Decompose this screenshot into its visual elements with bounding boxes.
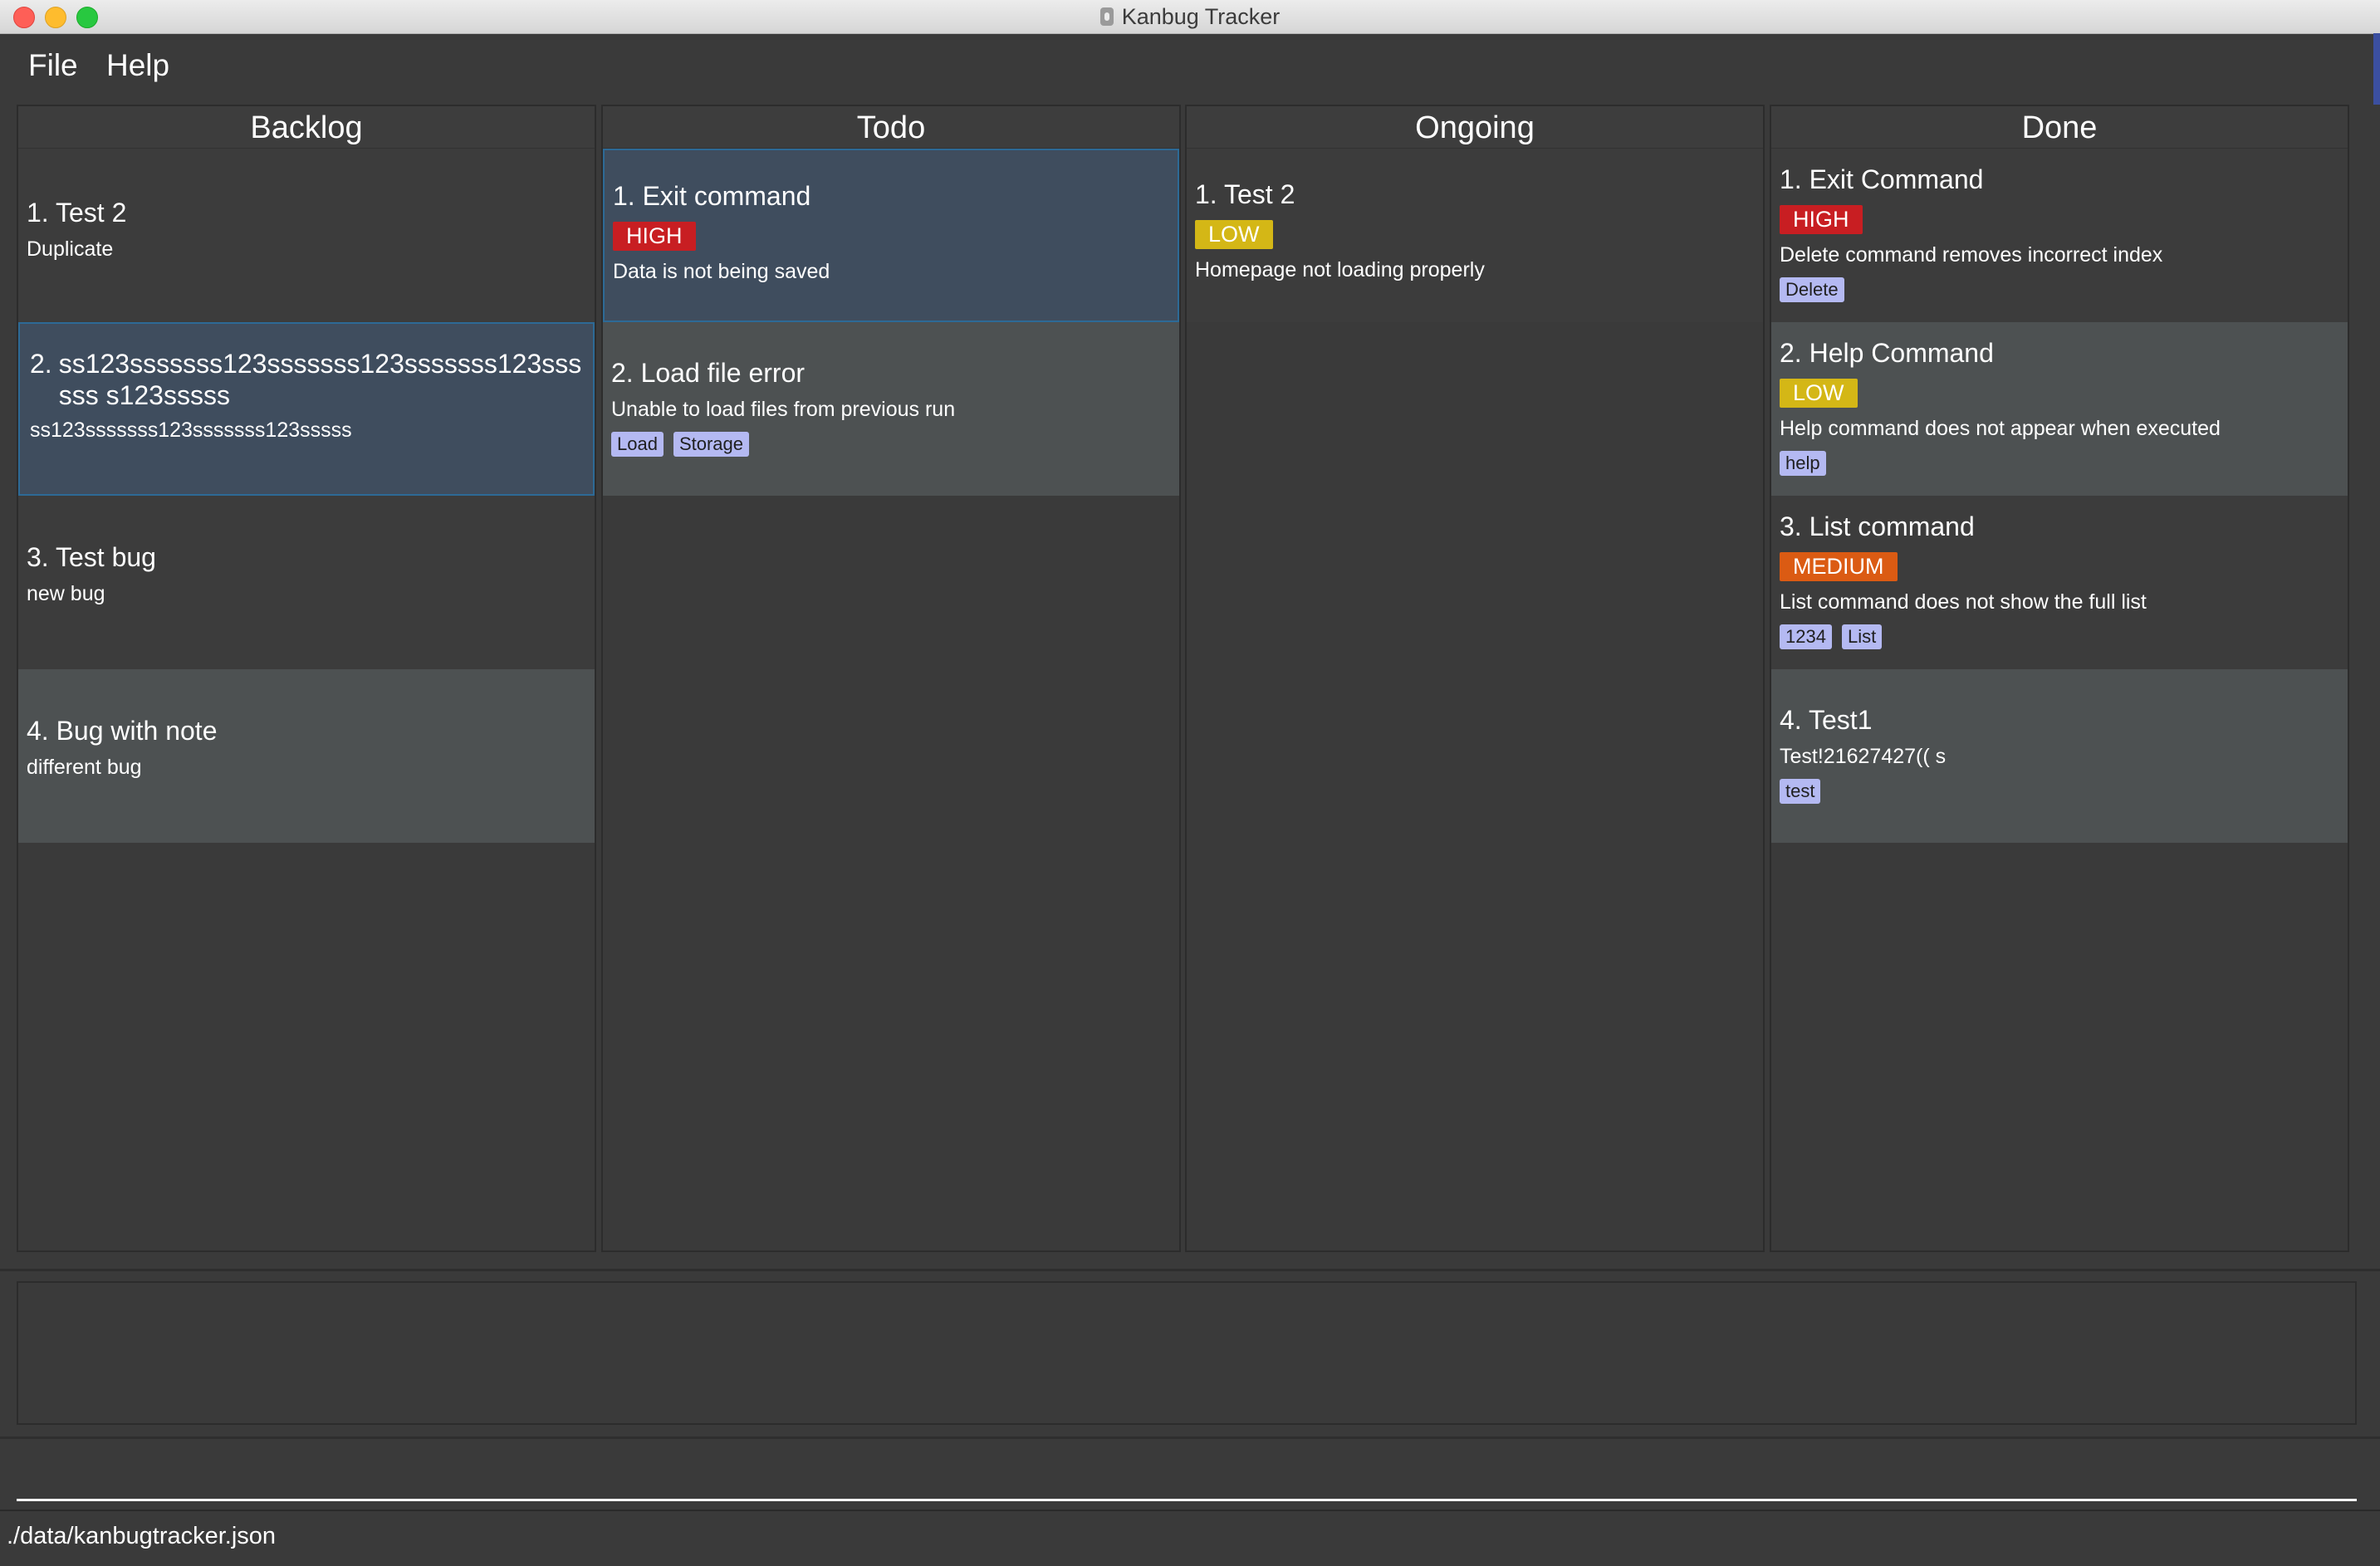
card-title: 1. Test 2 [1195, 179, 1295, 209]
bug-card[interactable]: 1. Test 2 LOW Homepage not loading prope… [1187, 149, 1763, 322]
card-index: 2. [30, 349, 52, 379]
bug-card[interactable]: 1. Exit command HIGH Data is not being s… [603, 149, 1179, 322]
tag-label: help [1780, 451, 1826, 476]
window-title-bar: Kanbug Tracker [0, 0, 2380, 34]
card-description: new bug [27, 582, 105, 605]
card-title: 2. Help Command [1780, 338, 1994, 368]
column-todo[interactable]: Todo 1. Exit command HIGH Data is not be… [601, 105, 1181, 1252]
window-edge [2373, 33, 2380, 105]
tag-label: Delete [1780, 277, 1844, 302]
priority-badge: MEDIUM [1780, 552, 1898, 581]
priority-badge: LOW [1780, 379, 1858, 408]
bug-card[interactable]: 4. Bug with note different bug [18, 669, 595, 843]
card-title: ss123sssssss123sssssss123sssssss123sssss… [58, 349, 582, 410]
window-title: Kanbug Tracker [1121, 3, 1281, 29]
bug-card[interactable]: 2. Help Command LOW Help command does no… [1771, 322, 2348, 496]
status-bar: ./data/kanbugtracker.json [0, 1510, 2380, 1566]
bug-card[interactable]: 4. Test1 Test!21627427(( s test [1771, 669, 2348, 843]
card-title: 2. Load file error [611, 358, 806, 388]
bug-card[interactable]: 3. List command MEDIUM List command does… [1771, 496, 2348, 669]
tag-label: test [1780, 779, 1821, 804]
column-header: Done [1771, 106, 2348, 149]
card-title: 4. Bug with note [27, 716, 218, 746]
menu-bar: File Help [0, 34, 2380, 100]
priority-badge: HIGH [613, 222, 696, 251]
tag-label: List [1841, 624, 1883, 649]
command-input[interactable] [17, 1446, 2357, 1501]
card-title: 1. Exit Command [1780, 164, 1984, 194]
card-title: 4. Test1 [1780, 705, 1873, 735]
card-title: 3. List command [1780, 511, 1975, 541]
bug-card[interactable]: 2. ss123sssssss123sssssss123sssssss123ss… [18, 322, 595, 496]
card-description: List command does not show the full list [1780, 590, 2147, 614]
bug-icon [1099, 7, 1114, 26]
column-header: Ongoing [1187, 106, 1763, 149]
card-title: 1. Exit command [613, 181, 811, 211]
card-description: Unable to load files from previous run [611, 398, 956, 421]
column-header: Backlog [18, 106, 595, 149]
card-description: Homepage not loading properly [1195, 258, 1485, 281]
bug-card[interactable]: 2. Load file error Unable to load files … [603, 322, 1179, 496]
tag-label: 1234 [1780, 624, 1832, 649]
card-description: Duplicate [27, 237, 114, 261]
result-display[interactable] [17, 1281, 2357, 1425]
column-header: Todo [603, 106, 1179, 149]
card-description: ss123sssssss123sssssss123sssss [30, 418, 352, 442]
card-description: different bug [27, 756, 142, 779]
priority-badge: LOW [1195, 220, 1273, 249]
column-done[interactable]: Done 1. Exit Command HIGH Delete command… [1770, 105, 2349, 1252]
menu-help[interactable]: Help [95, 41, 181, 91]
card-description: Help command does not appear when execut… [1780, 417, 2221, 440]
card-description: Data is not being saved [613, 260, 830, 283]
card-title: 1. Test 2 [27, 198, 127, 228]
card-description: Delete command removes incorrect index [1780, 243, 2163, 267]
save-file-path: ./data/kanbugtracker.json [7, 1523, 277, 1549]
column-backlog[interactable]: Backlog 1. Test 2 Duplicate 2. ss123ssss… [17, 105, 596, 1252]
divider [0, 1436, 2380, 1439]
divider [0, 1269, 2380, 1271]
bug-card[interactable]: 1. Exit Command HIGH Delete command remo… [1771, 149, 2348, 322]
bug-card[interactable]: 1. Test 2 Duplicate [18, 149, 595, 322]
card-description: Test!21627427(( s [1780, 745, 1947, 768]
card-title: 3. Test bug [27, 542, 156, 572]
tag-label: Storage [673, 432, 750, 457]
priority-badge: HIGH [1780, 205, 1863, 234]
tag-label: Load [611, 432, 664, 457]
column-ongoing[interactable]: Ongoing 1. Test 2 LOW Homepage not loadi… [1185, 105, 1765, 1252]
bug-card[interactable]: 3. Test bug new bug [18, 496, 595, 669]
menu-file[interactable]: File [17, 41, 90, 91]
